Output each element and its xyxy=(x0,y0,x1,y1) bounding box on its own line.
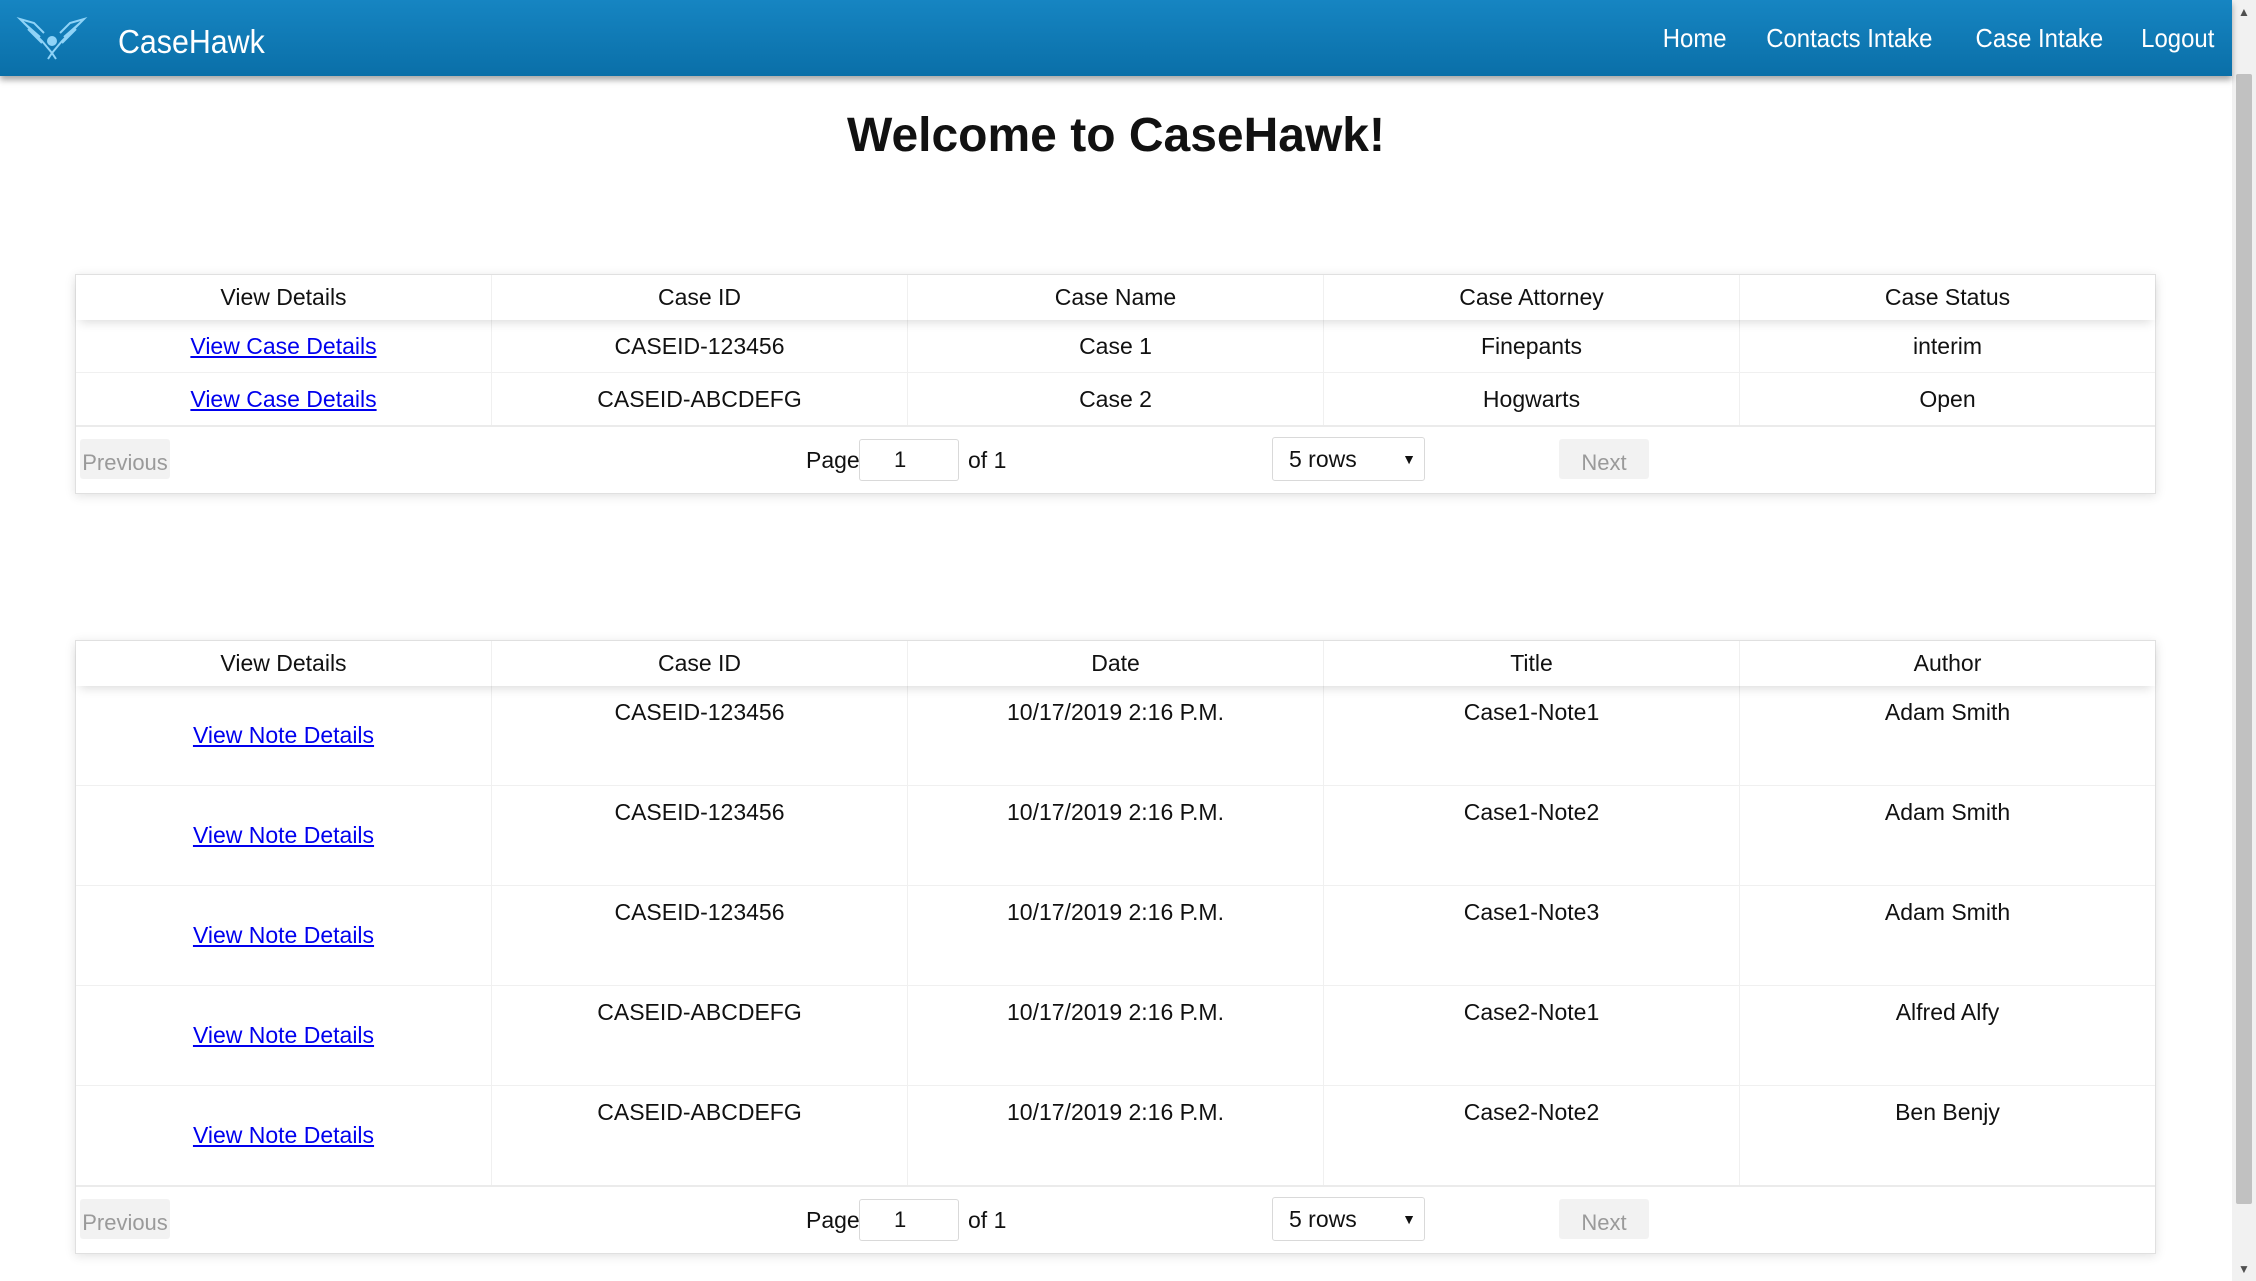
date-cell: 10/17/2019 2:16 P.M. xyxy=(908,986,1324,1085)
rows-per-page-value: 5 rows xyxy=(1289,1206,1357,1232)
vertical-scrollbar[interactable]: ▲ ▼ xyxy=(2232,0,2256,1281)
view-details-cell: View Note Details xyxy=(76,686,492,785)
view-case-details-link[interactable]: View Case Details xyxy=(190,333,376,359)
pagination-bar: Previous Page of 1 5 rows ▼ Next xyxy=(76,425,2155,493)
view-note-details-link[interactable]: View Note Details xyxy=(193,1022,374,1048)
nav-links: Home Contacts Intake Case Intake Logout xyxy=(1630,0,2218,76)
title-cell: Case2-Note1 xyxy=(1324,986,1740,1085)
table-header: View Details Case ID Date Title Author xyxy=(76,641,2155,686)
table-row: View Case Details CASEID-ABCDEFG Case 2 … xyxy=(76,373,2155,425)
top-navbar: CaseHawk Home Contacts Intake Case Intak… xyxy=(0,0,2232,76)
page-total-label: of 1 xyxy=(968,1207,1007,1233)
table-row: View Case Details CASEID-123456 Case 1 F… xyxy=(76,320,2155,373)
scroll-up-arrow-icon[interactable]: ▲ xyxy=(2232,0,2256,24)
brand[interactable]: CaseHawk xyxy=(14,10,278,66)
case-id-cell: CASEID-123456 xyxy=(492,320,908,372)
date-cell: 10/17/2019 2:16 P.M. xyxy=(908,1086,1324,1185)
hawk-logo-icon xyxy=(16,16,88,60)
column-header[interactable]: Case Name xyxy=(908,275,1324,320)
column-header[interactable]: Case ID xyxy=(492,275,908,320)
page-number-input[interactable] xyxy=(859,439,959,481)
view-details-cell: View Case Details xyxy=(76,320,492,372)
case-attorney-cell: Finepants xyxy=(1324,320,1740,372)
page-total-label: of 1 xyxy=(968,447,1007,473)
table-header: View Details Case ID Case Name Case Atto… xyxy=(76,275,2155,320)
case-status-cell: Open xyxy=(1919,386,1976,412)
rows-per-page-select[interactable]: 5 rows ▼ xyxy=(1272,437,1425,481)
dropdown-arrow-icon: ▼ xyxy=(1402,451,1416,467)
case-id-cell: CASEID-ABCDEFG xyxy=(492,986,908,1085)
case-id-cell: CASEID-123456 xyxy=(492,786,908,885)
view-details-cell: View Note Details xyxy=(76,1086,492,1185)
view-case-details-link[interactable]: View Case Details xyxy=(190,386,376,412)
author-cell: Alfred Alfy xyxy=(1895,999,2000,1025)
table-row: View Note Details CASEID-123456 10/17/20… xyxy=(76,686,2155,786)
dropdown-arrow-icon: ▼ xyxy=(1402,1211,1416,1227)
case-id-cell: CASEID-123456 xyxy=(492,686,908,785)
column-header[interactable]: Case Status xyxy=(1740,275,2155,320)
previous-button[interactable]: Previous xyxy=(80,439,170,479)
date-cell: 10/17/2019 2:16 P.M. xyxy=(908,686,1324,785)
case-attorney-cell: Hogwarts xyxy=(1324,373,1740,425)
rows-per-page-value: 5 rows xyxy=(1289,446,1357,472)
rows-per-page-select[interactable]: 5 rows ▼ xyxy=(1272,1197,1425,1241)
page-number-input[interactable] xyxy=(859,1199,959,1241)
scroll-down-arrow-icon[interactable]: ▼ xyxy=(2232,1257,2256,1281)
page-title: Welcome to CaseHawk! xyxy=(847,109,1385,162)
nav-case-intake[interactable]: Case Intake xyxy=(1975,23,2103,54)
title-cell: Case1-Note2 xyxy=(1324,786,1740,885)
view-details-cell: View Note Details xyxy=(76,886,492,985)
date-cell: 10/17/2019 2:16 P.M. xyxy=(908,886,1324,985)
title-cell: Case2-Note2 xyxy=(1324,1086,1740,1185)
nav-contacts-intake[interactable]: Contacts Intake xyxy=(1766,23,1932,54)
view-note-details-link[interactable]: View Note Details xyxy=(193,922,374,948)
view-details-cell: View Case Details xyxy=(76,373,492,425)
author-cell: Adam Smith xyxy=(1884,699,2011,725)
author-cell: Adam Smith xyxy=(1884,899,2011,925)
table-row: View Note Details CASEID-ABCDEFG 10/17/2… xyxy=(76,986,2155,1086)
view-details-cell: View Note Details xyxy=(76,986,492,1085)
case-id-cell: CASEID-ABCDEFG xyxy=(492,1086,908,1185)
column-header[interactable]: Title xyxy=(1324,641,1740,686)
column-header[interactable]: Date xyxy=(908,641,1324,686)
title-cell: Case1-Note1 xyxy=(1324,686,1740,785)
column-header[interactable]: View Details xyxy=(76,275,492,320)
column-header[interactable]: Author xyxy=(1740,641,2155,686)
nav-logout[interactable]: Logout xyxy=(2142,23,2215,54)
table-row: View Note Details CASEID-123456 10/17/20… xyxy=(76,886,2155,986)
notes-table: View Details Case ID Date Title Author V… xyxy=(75,640,2156,1254)
table-row: View Note Details CASEID-123456 10/17/20… xyxy=(76,786,2155,886)
view-details-cell: View Note Details xyxy=(76,786,492,885)
view-note-details-link[interactable]: View Note Details xyxy=(193,1122,374,1148)
case-name-cell: Case 2 xyxy=(908,373,1324,425)
previous-button[interactable]: Previous xyxy=(80,1199,170,1239)
nav-home[interactable]: Home xyxy=(1662,23,1726,54)
next-button[interactable]: Next xyxy=(1559,439,1649,479)
cases-table: View Details Case ID Case Name Case Atto… xyxy=(75,274,2156,494)
case-id-cell: CASEID-ABCDEFG xyxy=(492,373,908,425)
case-name-cell: Case 1 xyxy=(908,320,1324,372)
column-header[interactable]: Case Attorney xyxy=(1324,275,1740,320)
scrollbar-thumb[interactable] xyxy=(2236,74,2252,1204)
view-note-details-link[interactable]: View Note Details xyxy=(193,822,374,848)
pagination-bar: Previous Page of 1 5 rows ▼ Next xyxy=(76,1185,2155,1253)
page-label: Page xyxy=(806,447,860,473)
author-cell: Ben Benjy xyxy=(1895,1099,2000,1125)
date-cell: 10/17/2019 2:16 P.M. xyxy=(908,786,1324,885)
author-cell: Adam Smith xyxy=(1884,799,2011,825)
column-header[interactable]: Case ID xyxy=(492,641,908,686)
page-label: Page xyxy=(806,1207,860,1233)
title-cell: Case1-Note3 xyxy=(1324,886,1740,985)
column-header[interactable]: View Details xyxy=(76,641,492,686)
table-row: View Note Details CASEID-ABCDEFG 10/17/2… xyxy=(76,1086,2155,1185)
case-status-cell: interim xyxy=(1912,333,1982,359)
case-id-cell: CASEID-123456 xyxy=(492,886,908,985)
next-button[interactable]: Next xyxy=(1559,1199,1649,1239)
brand-name[interactable]: CaseHawk xyxy=(118,23,265,61)
view-note-details-link[interactable]: View Note Details xyxy=(193,722,374,748)
